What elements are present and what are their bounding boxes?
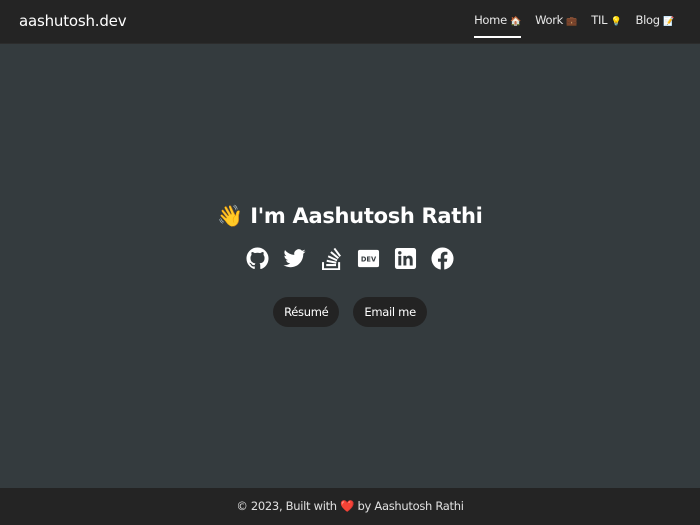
social-links: DEV [0, 247, 700, 270]
footer: © 2023, Built with ❤️ by Aashutosh Rathi [0, 488, 700, 525]
site-brand-link[interactable]: aashutosh.dev [19, 12, 127, 30]
nav-item-label: Home [474, 13, 507, 27]
lightbulb-icon: 💡 [610, 17, 622, 27]
stackoverflow-link[interactable] [320, 247, 343, 270]
greeting-text: I'm Aashutosh Rathi [250, 204, 483, 228]
linkedin-icon [394, 247, 417, 270]
memo-icon: 📝 [663, 17, 674, 27]
home-icon: 🏠 [510, 17, 522, 27]
dev-icon-label: DEV [361, 256, 377, 264]
dev-link[interactable]: DEV [357, 247, 380, 270]
stackoverflow-icon [322, 247, 341, 270]
navbar: aashutosh.dev Home 🏠 Work 💼 TIL 💡 Blog 📝 [0, 0, 700, 44]
github-icon [246, 247, 269, 269]
footer-prefix: © 2023, Built with [236, 499, 337, 513]
nav-item-til[interactable]: TIL 💡 [591, 13, 622, 33]
resume-button[interactable]: Résumé [273, 297, 340, 327]
linkedin-link[interactable] [394, 247, 417, 270]
nav-item-blog[interactable]: Blog 📝 [636, 13, 675, 33]
wave-icon: 👋 [217, 204, 244, 228]
dev-icon: DEV [357, 249, 380, 268]
facebook-icon [431, 247, 454, 270]
hero-buttons: Résumé Email me [0, 297, 700, 327]
footer-suffix: by Aashutosh Rathi [357, 499, 464, 513]
twitter-link[interactable] [283, 247, 306, 270]
twitter-icon [283, 249, 306, 268]
email-me-button[interactable]: Email me [353, 297, 427, 327]
briefcase-icon: 💼 [566, 17, 578, 27]
facebook-link[interactable] [431, 247, 454, 270]
hero-section: 👋 I'm Aashutosh Rathi DEV Résumé Email m… [0, 44, 700, 488]
github-link[interactable] [246, 247, 269, 270]
nav-item-label: Work [535, 13, 564, 27]
nav-item-label: Blog [635, 13, 661, 27]
nav-item-home[interactable]: Home 🏠 [474, 13, 522, 38]
heart-icon: ❤️ [340, 499, 355, 513]
nav-item-label: TIL [591, 13, 608, 27]
hero-greeting: 👋 I'm Aashutosh Rathi [0, 204, 700, 229]
nav-item-work[interactable]: Work 💼 [535, 13, 577, 33]
nav-menu: Home 🏠 Work 💼 TIL 💡 Blog 📝 [474, 13, 675, 38]
